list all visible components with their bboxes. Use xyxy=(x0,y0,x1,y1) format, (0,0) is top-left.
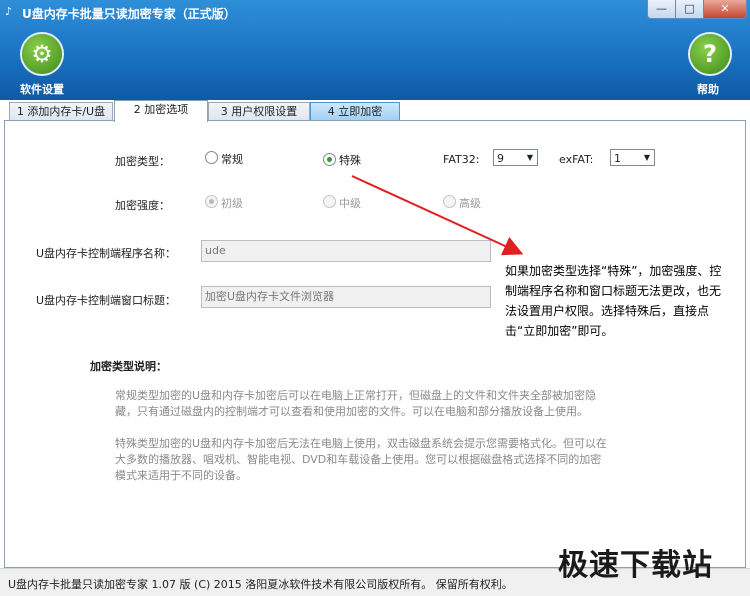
annotation-note: 如果加密类型选择“特殊”，加密强度、控制端程序名称和窗口标题无法更改，也无法设置… xyxy=(505,264,722,338)
tab-encrypt-options[interactable]: 2 加密选项 xyxy=(114,100,208,122)
watermark-logo: 极速下载站 xyxy=(558,548,713,583)
status-text: U盘内存卡批量只读加密专家 1.07 版 (C) 2015 洛阳夏冰软件技术有限… xyxy=(8,578,513,591)
